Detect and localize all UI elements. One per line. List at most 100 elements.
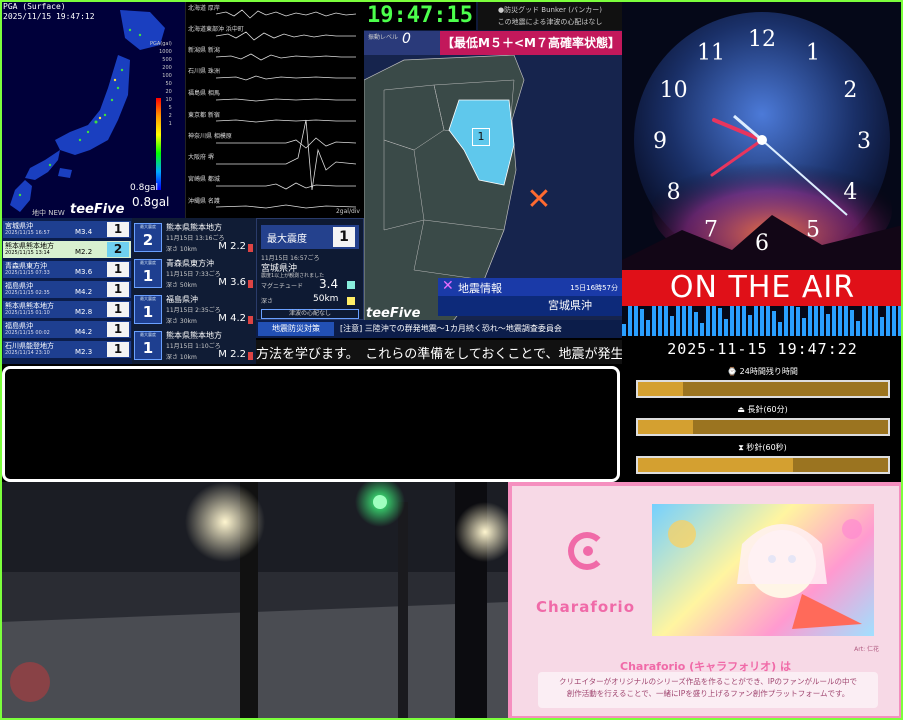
detail-marker	[248, 316, 253, 324]
on-air-banner: ON THE AIR	[622, 270, 903, 306]
promo-description: クリエイターがオリジナルのシリーズ作品を作ることができ、IPのファンがルールの中…	[538, 672, 878, 708]
list-item-date: 2025/11/14 23:10	[5, 350, 50, 356]
pga-current-value: 0.8gal	[132, 195, 170, 209]
map-clock: 19:47:15	[364, 2, 476, 30]
pga-map-panel: PGA (Surface) 2025/11/15 19:47:12 PGA(ga…	[0, 0, 186, 218]
detail-marker	[248, 280, 253, 288]
visualizer-bar	[646, 320, 650, 336]
pga-scale-tick: 1000	[159, 49, 172, 55]
promo-credit: Art: 仁花	[854, 646, 879, 653]
news-message: [注意] 三陸沖での群発地震〜1カ月続く恐れ〜地震調査委員会	[340, 324, 562, 333]
clock-number: 2	[843, 78, 857, 103]
vibration-level-value: 0	[402, 31, 411, 47]
visualizer-bar	[778, 322, 782, 336]
promo-artwork	[652, 504, 874, 636]
timer-panel: 2025-11-15 19:47:22 ⌚ 24時間残り時間 ⏏ 長針(60分)…	[622, 336, 903, 480]
detail-intensity-value: 1	[142, 303, 154, 321]
pga-scale-tick: 500	[162, 57, 172, 63]
visualizer-bar	[850, 310, 854, 336]
visualizer-bar	[622, 324, 626, 336]
detail-depth: 深さ 50km	[166, 282, 197, 289]
clock-number: 12	[748, 27, 776, 52]
quake-info-bar: ✕ 地震情報 15日16時57分	[438, 278, 622, 296]
list-item-intensity: 1	[107, 282, 129, 297]
list-item-date: 2025/11/15 13:14	[5, 250, 50, 256]
progress-fill	[638, 382, 683, 396]
visualizer-bar	[796, 307, 800, 336]
list-item-intensity: 1	[107, 222, 129, 237]
detail-intensity-label: 最大震度	[140, 332, 156, 337]
depth-label: 深さ	[261, 298, 274, 305]
list-item-mag: M2.2	[75, 248, 93, 256]
detail-item[interactable]: 最大震度 1 熊本県熊本地方 11月15日 1:10ごろ 深さ 10km M 2…	[132, 328, 256, 363]
ticker-text: 方法を学びます。 これらの準備をしておくことで、地震が発生した際に	[256, 347, 622, 362]
progress-bar-day	[636, 380, 890, 398]
news-banner: 地震防災対策 [注意] 三陸沖での群発地震〜1カ月続く恐れ〜地震調査委員会	[256, 320, 622, 338]
list-item-mag: M3.6	[75, 268, 93, 276]
vibration-level: 振動レベル 0	[364, 31, 440, 55]
list-item[interactable]: 福島県沖 2025/11/15 02:35 M4.2 1	[3, 281, 131, 298]
clock-number: 3	[857, 129, 871, 154]
warning-banner: 【最低M５＋<M７高確率状態】	[440, 31, 622, 55]
list-item[interactable]: 石川県能登地方 2025/11/14 23:10 M2.3 1	[3, 341, 131, 358]
charaforio-logo-dot	[583, 546, 593, 556]
clock-number: 11	[697, 41, 725, 66]
detail-intensity-label: 最大震度	[140, 296, 156, 301]
region-intensity-marker: 1	[472, 128, 490, 146]
detail-intensity-box: 最大震度 2	[134, 223, 162, 252]
depth-value: 50km	[313, 294, 339, 304]
visualizer-bar	[772, 311, 776, 336]
charaforio-promo[interactable]: Charaforio Art: 仁花 Charaforio (キャラフォリオ) …	[508, 482, 903, 720]
depth-marker	[347, 297, 355, 305]
list-item[interactable]: 熊本県熊本地方 2025/11/15 13:14 M2.2 2	[3, 241, 131, 258]
news-tag: 地震防災対策	[258, 322, 334, 336]
detail-intensity-value: 1	[142, 267, 154, 285]
visualizer-bar	[694, 312, 698, 336]
list-item-mag: M2.8	[75, 308, 93, 316]
waveform-unit: 2gal/div	[335, 208, 360, 215]
detail-name: 熊本県熊本地方	[166, 223, 222, 232]
list-item-date: 2025/11/15 00:02	[5, 330, 50, 336]
list-item[interactable]: 福島県沖 2025/11/15 00:02 M4.2 1	[3, 321, 131, 338]
bunker-title: ●防災グッド Bunker (バンカー)	[497, 6, 603, 14]
list-item-mag: M3.4	[75, 228, 93, 236]
clock-number: 1	[806, 41, 820, 66]
timer-label-second: ⧗ 秒針(60秒)	[738, 443, 787, 452]
detail-name: 青森県東方沖	[166, 259, 214, 268]
pga-scale-tick: 200	[162, 65, 172, 71]
info-cross-icon: ✕	[442, 278, 454, 294]
detail-item[interactable]: 最大震度 1 青森県東方沖 11月15日 7:33ごろ 深さ 50km M 3.…	[132, 256, 256, 291]
max-intensity-header: 最大震度 1	[261, 225, 359, 249]
visualizer-bar	[718, 308, 722, 336]
tsunami-status: 津波の心配なし	[261, 309, 359, 319]
list-item-date: 2025/11/15 02:35	[5, 290, 50, 296]
pga-scale-tick: 50	[165, 81, 172, 87]
detail-intensity-label: 最大震度	[140, 260, 156, 265]
clock-number: 5	[806, 217, 820, 242]
visualizer-bar	[826, 314, 830, 336]
detail-mag: M 4.2	[218, 313, 246, 324]
visualizer-bar	[670, 316, 674, 336]
detail-item[interactable]: 最大震度 2 熊本県熊本地方 11月15日 13:16ごろ 深さ 10km M …	[132, 220, 256, 255]
detail-date: 11月15日 1:10ごろ	[166, 343, 221, 350]
progress-fill	[638, 420, 693, 434]
detail-intensity-box: 最大震度 1	[134, 259, 162, 288]
detail-mag: M 2.2	[218, 241, 246, 252]
vibration-level-label: 振動レベル	[368, 34, 399, 41]
list-item[interactable]: 宮城県沖 2025/11/15 16:57 M3.4 1	[3, 221, 131, 238]
list-item[interactable]: 青森県東方沖 2025/11/15 07:33 M3.6 1	[3, 261, 131, 278]
detail-intensity-value: 1	[142, 339, 154, 357]
detail-item[interactable]: 最大震度 1 福島県沖 11月15日 2:35ごろ 深さ 30km M 4.2	[132, 292, 256, 327]
clock-number: 10	[660, 78, 688, 103]
max-intensity-value: 1	[333, 227, 355, 247]
list-item-intensity: 2	[107, 242, 129, 257]
list-item[interactable]: 熊本県熊本地方 2025/11/15 01:10 M2.8 1	[3, 301, 131, 318]
detail-intensity-box: 最大震度 1	[134, 295, 162, 324]
detail-date: 11月15日 7:33ごろ	[166, 271, 221, 278]
promo-desc-line: 創作活動を行えることで、一緒にIPを盛り上げるファン創作プラットフォームです。	[566, 689, 850, 698]
progress-bar-minute	[636, 418, 890, 436]
pga-new-label: 地中 NEW	[32, 209, 65, 217]
list-item-date: 2025/11/15 16:57	[5, 230, 50, 236]
visualizer-bar	[820, 303, 824, 336]
detail-name: 福島県沖	[166, 295, 198, 304]
